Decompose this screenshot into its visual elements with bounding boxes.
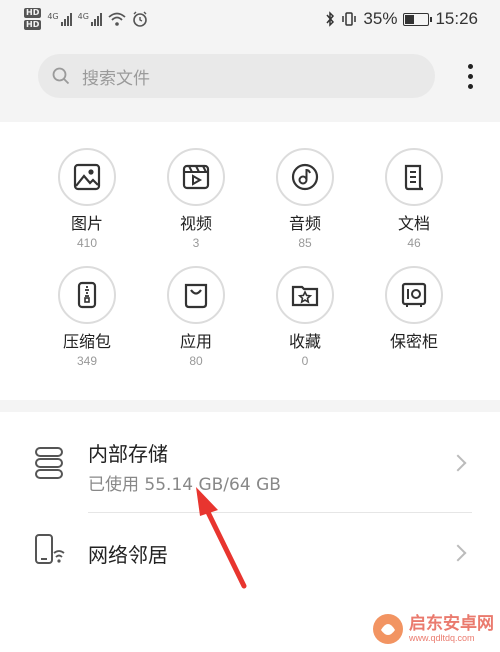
watermark-url: www.qdltdq.com [409, 633, 475, 643]
annotation-arrow [196, 487, 247, 589]
watermark-name: 启东安卓网 [409, 614, 494, 634]
watermark: 启东安卓网 www.qdltdq.com [371, 612, 494, 646]
watermark-logo-icon [373, 614, 403, 644]
